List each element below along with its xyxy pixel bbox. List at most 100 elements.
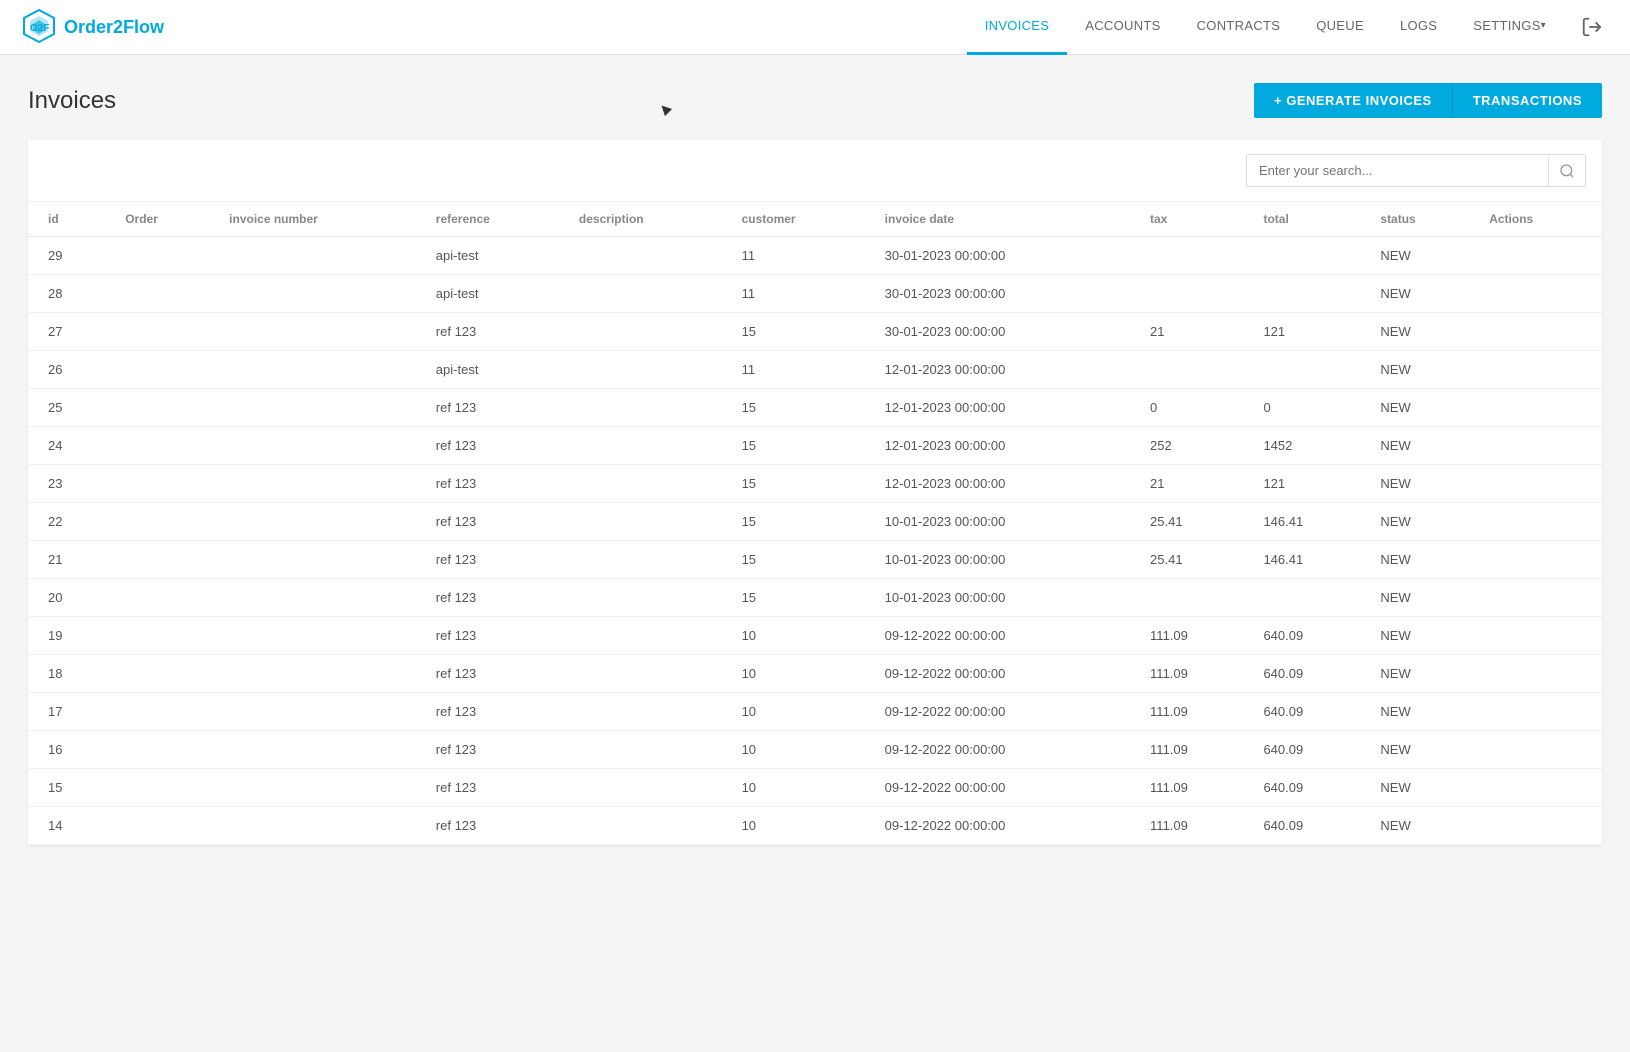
cell-invoice-number [217, 617, 424, 655]
nav-invoices[interactable]: INVOICES [967, 0, 1068, 55]
cell-customer: 15 [730, 465, 873, 503]
transactions-button[interactable]: TRANSACTIONS [1452, 83, 1602, 118]
cell-tax [1138, 237, 1251, 275]
cell-description [567, 579, 730, 617]
table-row[interactable]: 25ref 1231512-01-2023 00:00:0000NEW [28, 389, 1602, 427]
cell-invoice-date: 30-01-2023 00:00:00 [873, 237, 1138, 275]
cell-actions[interactable] [1477, 389, 1602, 427]
table-wrapper: id Order invoice number reference descri… [28, 202, 1602, 845]
cell-invoice-date: 09-12-2022 00:00:00 [873, 807, 1138, 845]
cell-actions[interactable] [1477, 351, 1602, 389]
logo[interactable]: O2F Order2Flow [20, 8, 164, 46]
logo-icon: O2F [20, 8, 58, 46]
header-actions: + GENERATE INVOICES TRANSACTIONS [1254, 83, 1602, 118]
table-row[interactable]: 20ref 1231510-01-2023 00:00:00NEW [28, 579, 1602, 617]
logout-button[interactable] [1574, 9, 1610, 45]
cell-actions[interactable] [1477, 503, 1602, 541]
cell-invoice-number [217, 731, 424, 769]
cell-reference: ref 123 [424, 465, 567, 503]
cell-invoice-number [217, 579, 424, 617]
cell-actions[interactable] [1477, 655, 1602, 693]
page-header: Invoices + GENERATE INVOICES TRANSACTION… [28, 83, 1602, 118]
table-row[interactable]: 29api-test1130-01-2023 00:00:00NEW [28, 237, 1602, 275]
cell-id: 29 [28, 237, 113, 275]
cell-total [1251, 351, 1368, 389]
cell-customer: 10 [730, 731, 873, 769]
cell-status: NEW [1368, 389, 1477, 427]
cell-status: NEW [1368, 769, 1477, 807]
cell-actions[interactable] [1477, 275, 1602, 313]
table-row[interactable]: 23ref 1231512-01-2023 00:00:0021121NEW [28, 465, 1602, 503]
table-row[interactable]: 15ref 1231009-12-2022 00:00:00111.09640.… [28, 769, 1602, 807]
cell-customer: 15 [730, 389, 873, 427]
nav-logs[interactable]: LOGS [1382, 0, 1455, 55]
generate-invoices-button[interactable]: + GENERATE INVOICES [1254, 83, 1452, 118]
cell-id: 17 [28, 693, 113, 731]
cell-description [567, 465, 730, 503]
cell-actions[interactable] [1477, 769, 1602, 807]
cell-order [113, 503, 217, 541]
cell-invoice-date: 10-01-2023 00:00:00 [873, 579, 1138, 617]
cell-total [1251, 237, 1368, 275]
cell-reference: api-test [424, 237, 567, 275]
cell-actions[interactable] [1477, 617, 1602, 655]
cell-actions[interactable] [1477, 807, 1602, 845]
table-row[interactable]: 26api-test1112-01-2023 00:00:00NEW [28, 351, 1602, 389]
cell-customer: 10 [730, 693, 873, 731]
table-row[interactable]: 24ref 1231512-01-2023 00:00:002521452NEW [28, 427, 1602, 465]
cell-description [567, 503, 730, 541]
table-row[interactable]: 21ref 1231510-01-2023 00:00:0025.41146.4… [28, 541, 1602, 579]
cell-actions[interactable] [1477, 541, 1602, 579]
cell-invoice-number [217, 465, 424, 503]
cell-reference: ref 123 [424, 389, 567, 427]
nav-settings[interactable]: SETTINGS [1455, 0, 1564, 55]
cell-total: 640.09 [1251, 731, 1368, 769]
cell-tax [1138, 579, 1251, 617]
table-row[interactable]: 18ref 1231009-12-2022 00:00:00111.09640.… [28, 655, 1602, 693]
cell-reference: ref 123 [424, 427, 567, 465]
cell-invoice-number [217, 275, 424, 313]
navbar: O2F Order2Flow INVOICES ACCOUNTS CONTRAC… [0, 0, 1630, 55]
cell-total: 1452 [1251, 427, 1368, 465]
cell-actions[interactable] [1477, 427, 1602, 465]
cell-actions[interactable] [1477, 579, 1602, 617]
nav-contracts[interactable]: CONTRACTS [1179, 0, 1299, 55]
cell-total: 146.41 [1251, 503, 1368, 541]
cell-total: 146.41 [1251, 541, 1368, 579]
cell-actions[interactable] [1477, 237, 1602, 275]
table-row[interactable]: 28api-test1130-01-2023 00:00:00NEW [28, 275, 1602, 313]
cell-description [567, 731, 730, 769]
nav-accounts[interactable]: ACCOUNTS [1067, 0, 1178, 55]
search-button[interactable] [1548, 156, 1585, 186]
cell-id: 27 [28, 313, 113, 351]
cell-tax: 252 [1138, 427, 1251, 465]
cell-customer: 10 [730, 769, 873, 807]
cell-status: NEW [1368, 807, 1477, 845]
table-row[interactable]: 22ref 1231510-01-2023 00:00:0025.41146.4… [28, 503, 1602, 541]
cell-actions[interactable] [1477, 693, 1602, 731]
table-row[interactable]: 16ref 1231009-12-2022 00:00:00111.09640.… [28, 731, 1602, 769]
cell-order [113, 313, 217, 351]
cell-actions[interactable] [1477, 465, 1602, 503]
nav-queue[interactable]: QUEUE [1298, 0, 1382, 55]
cell-status: NEW [1368, 693, 1477, 731]
table-row[interactable]: 17ref 1231009-12-2022 00:00:00111.09640.… [28, 693, 1602, 731]
cell-reference: ref 123 [424, 807, 567, 845]
cell-customer: 15 [730, 313, 873, 351]
cell-reference: ref 123 [424, 769, 567, 807]
cell-order [113, 275, 217, 313]
table-row[interactable]: 27ref 1231530-01-2023 00:00:0021121NEW [28, 313, 1602, 351]
cell-status: NEW [1368, 275, 1477, 313]
cell-customer: 10 [730, 807, 873, 845]
table-row[interactable]: 14ref 1231009-12-2022 00:00:00111.09640.… [28, 807, 1602, 845]
cell-actions[interactable] [1477, 731, 1602, 769]
cell-id: 24 [28, 427, 113, 465]
cell-total: 0 [1251, 389, 1368, 427]
cell-actions[interactable] [1477, 313, 1602, 351]
cell-invoice-number [217, 427, 424, 465]
search-input[interactable] [1247, 155, 1548, 186]
cell-invoice-date: 09-12-2022 00:00:00 [873, 655, 1138, 693]
cell-invoice-number [217, 237, 424, 275]
table-row[interactable]: 19ref 1231009-12-2022 00:00:00111.09640.… [28, 617, 1602, 655]
page-title: Invoices [28, 87, 116, 115]
